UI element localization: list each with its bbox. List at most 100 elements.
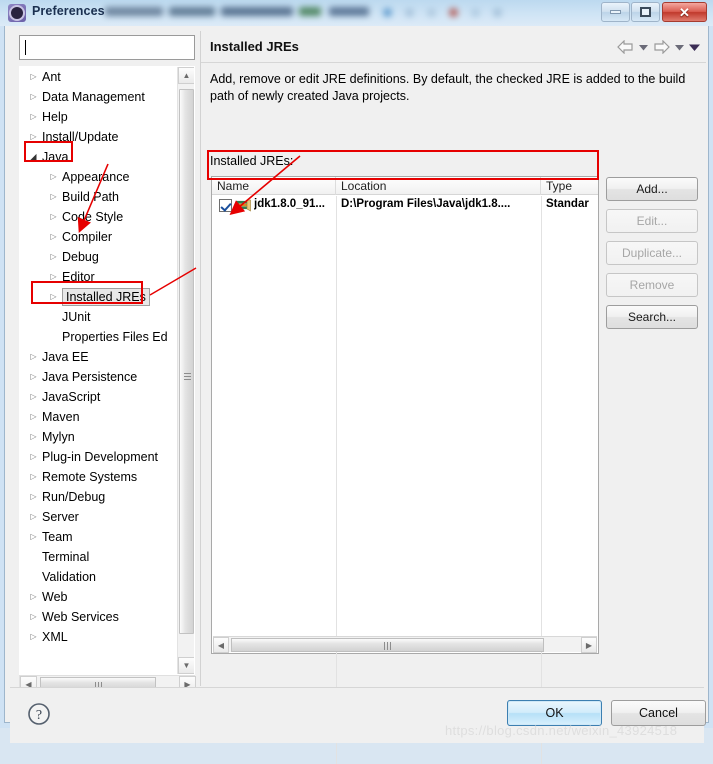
close-button[interactable]: ✕ <box>662 2 707 22</box>
chevron-right-icon[interactable]: ▷ <box>28 407 39 427</box>
chevron-right-icon[interactable]: ▷ <box>48 267 59 287</box>
tree-vertical-scrollbar-thumb[interactable] <box>179 89 194 634</box>
chevron-right-icon[interactable]: ▷ <box>28 467 39 487</box>
maximize-button[interactable] <box>631 2 660 22</box>
scroll-right-icon[interactable]: ▶ <box>581 637 597 653</box>
chevron-right-icon[interactable]: ▷ <box>48 187 59 207</box>
preferences-sidebar: ▷ Ant ▷ Data Management ▷ Help ▷ Install/Update… <box>10 31 197 693</box>
chevron-right-icon[interactable]: ▷ <box>28 347 39 367</box>
sidebar-item-run-debug[interactable]: ▷ Run/Debug <box>20 487 178 507</box>
page-description: Add, remove or edit JRE definitions. By … <box>210 72 686 103</box>
sidebar-item-label: Maven <box>42 410 80 424</box>
sidebar-item-appearance[interactable]: ▷ Appearance <box>20 167 178 187</box>
chevron-right-icon[interactable]: ▷ <box>48 227 59 247</box>
scroll-down-icon[interactable]: ▼ <box>178 657 194 674</box>
chevron-right-icon[interactable]: ▷ <box>28 527 39 547</box>
watermark-text: https://blog.csdn.net/weixin_43924518 <box>445 723 678 738</box>
sidebar-item-installed-jres[interactable]: ▷ Installed JREs <box>20 287 178 307</box>
sidebar-item-label: JavaScript <box>42 390 101 404</box>
preferences-gear-icon <box>8 4 26 22</box>
chevron-right-icon[interactable]: ▷ <box>28 507 39 527</box>
sidebar-item-debug[interactable]: ▷ Debug <box>20 247 178 267</box>
chevron-right-icon[interactable]: ▷ <box>28 387 39 407</box>
chevron-right-icon[interactable]: ▷ <box>28 427 39 447</box>
sidebar-item-label: Ant <box>42 70 61 84</box>
column-header-name[interactable]: Name <box>212 177 336 195</box>
chevron-right-icon[interactable]: ▷ <box>28 367 39 387</box>
sidebar-item-web[interactable]: ▷ Web <box>20 587 178 607</box>
maximize-icon <box>640 7 651 17</box>
scrollbar-grip-icon <box>384 642 392 650</box>
jre-icon <box>236 199 251 212</box>
sidebar-item-help[interactable]: ▷ Help <box>20 107 178 127</box>
preferences-page: Installed JREs Add, remove or edit JRE d… <box>200 31 706 764</box>
sidebar-item-junit[interactable]: JUnit <box>20 307 178 327</box>
sidebar-item-java-ee[interactable]: ▷ Java EE <box>20 347 178 367</box>
table-row[interactable]: jdk1.8.0_91... D:\Program Files\Java\jdk… <box>212 196 598 215</box>
chevron-right-icon[interactable]: ▷ <box>28 87 39 107</box>
sidebar-item-validation[interactable]: Validation <box>20 567 178 587</box>
page-navigation-toolbar <box>617 37 700 57</box>
sidebar-item-build-path[interactable]: ▷ Build Path <box>20 187 178 207</box>
sidebar-item-install-update[interactable]: ▷ Install/Update <box>20 127 178 147</box>
table-horizontal-scrollbar-thumb[interactable] <box>231 638 544 652</box>
add-button[interactable]: Add... <box>606 177 698 201</box>
chevron-right-icon[interactable]: ▷ <box>48 207 59 227</box>
sidebar-item-mylyn[interactable]: ▷ Mylyn <box>20 427 178 447</box>
view-menu-chevron-icon[interactable] <box>689 43 700 52</box>
preferences-tree[interactable]: ▷ Ant ▷ Data Management ▷ Help ▷ Install/Update… <box>19 66 195 675</box>
chevron-right-icon[interactable]: ▷ <box>48 287 59 307</box>
chevron-right-icon[interactable]: ▷ <box>28 67 39 87</box>
chevron-right-icon[interactable]: ▷ <box>28 127 39 147</box>
sidebar-item-javascript[interactable]: ▷ JavaScript <box>20 387 178 407</box>
help-question-icon[interactable]: ? <box>27 702 51 726</box>
sidebar-item-team[interactable]: ▷ Team <box>20 527 178 547</box>
sidebar-item-code-style[interactable]: ▷ Code Style <box>20 207 178 227</box>
tree-vertical-scrollbar[interactable]: ▲ ▼ <box>177 67 194 674</box>
sidebar-item-java[interactable]: ◢ Java <box>20 147 178 167</box>
sidebar-item-plug-in-development[interactable]: ▷ Plug-in Development <box>20 447 178 467</box>
sidebar-item-editor[interactable]: ▷ Editor <box>20 267 178 287</box>
chevron-right-icon[interactable]: ▷ <box>28 607 39 627</box>
search-button[interactable]: Search... <box>606 305 698 329</box>
sidebar-item-server[interactable]: ▷ Server <box>20 507 178 527</box>
sidebar-item-label: Install/Update <box>42 130 119 144</box>
sidebar-item-java-persistence[interactable]: ▷ Java Persistence <box>20 367 178 387</box>
minimize-icon <box>610 10 621 14</box>
back-arrow-icon[interactable] <box>617 40 634 54</box>
sidebar-item-data-management[interactable]: ▷ Data Management <box>20 87 178 107</box>
chevron-right-icon[interactable]: ▷ <box>28 107 39 127</box>
forward-arrow-icon[interactable] <box>653 40 670 54</box>
edit-button: Edit... <box>606 209 698 233</box>
sidebar-item-remote-systems[interactable]: ▷ Remote Systems <box>20 467 178 487</box>
sidebar-item-properties-files-ed[interactable]: Properties Files Ed <box>20 327 178 347</box>
column-header-location[interactable]: Location <box>336 177 541 195</box>
preferences-window: Preferences ✕ ▷ Ant ▷ Data Management ▷ Help ▷… <box>0 0 713 764</box>
column-header-type[interactable]: Type <box>541 177 598 195</box>
minimize-button[interactable] <box>601 2 630 22</box>
sidebar-item-web-services[interactable]: ▷ Web Services <box>20 607 178 627</box>
chevron-right-icon[interactable]: ▷ <box>48 167 59 187</box>
sidebar-item-xml[interactable]: ▷ XML <box>20 627 178 647</box>
sidebar-item-compiler[interactable]: ▷ Compiler <box>20 227 178 247</box>
chevron-right-icon[interactable]: ▷ <box>28 447 39 467</box>
installed-jres-table[interactable]: Name Location Type jdk1.8.0_91... D:\Pro… <box>211 176 599 764</box>
sidebar-item-terminal[interactable]: Terminal <box>20 547 178 567</box>
sidebar-item-label: Remote Systems <box>42 470 138 484</box>
jre-default-checkbox[interactable] <box>219 199 232 212</box>
scroll-left-icon[interactable]: ◀ <box>213 637 229 653</box>
chevron-right-icon[interactable]: ▷ <box>28 627 39 647</box>
text-cursor <box>25 40 26 55</box>
sidebar-item-label: Properties Files Ed <box>62 330 168 344</box>
table-horizontal-scrollbar[interactable]: ◀ ▶ <box>213 636 597 653</box>
sidebar-item-maven[interactable]: ▷ Maven <box>20 407 178 427</box>
chevron-right-icon[interactable]: ▷ <box>48 247 59 267</box>
filter-input[interactable] <box>19 35 195 60</box>
scroll-up-icon[interactable]: ▲ <box>178 67 194 84</box>
forward-history-chevron-down-icon[interactable] <box>675 43 684 52</box>
chevron-down-icon[interactable]: ◢ <box>28 147 39 167</box>
chevron-right-icon[interactable]: ▷ <box>28 487 39 507</box>
chevron-right-icon[interactable]: ▷ <box>28 587 39 607</box>
sidebar-item-ant[interactable]: ▷ Ant <box>20 67 178 87</box>
back-history-chevron-down-icon[interactable] <box>639 43 648 52</box>
